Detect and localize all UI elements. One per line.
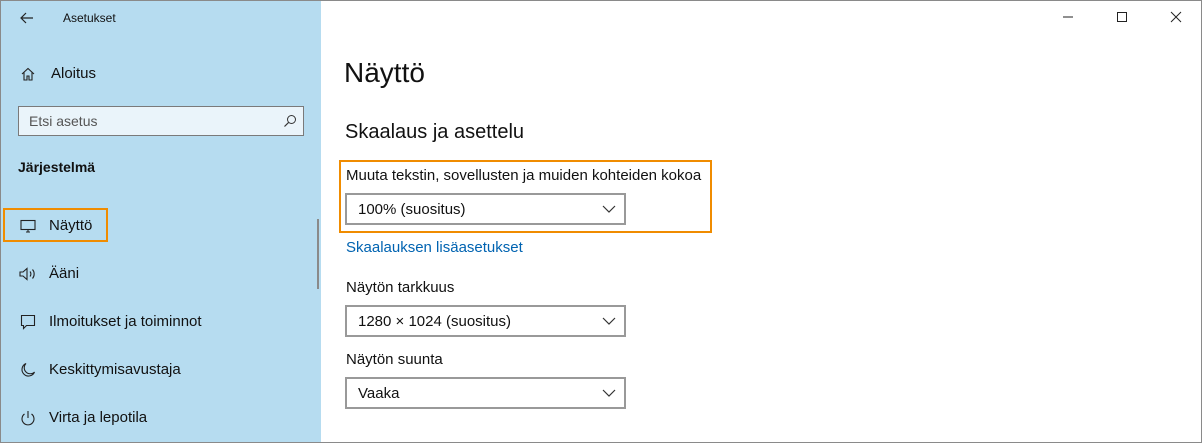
- minimize-button[interactable]: [1045, 1, 1091, 33]
- search-field[interactable]: [18, 106, 304, 136]
- settings-window: Asetukset Aloitus Järjestelmä: [0, 0, 1202, 443]
- resolution-label: Näytön tarkkuus: [346, 279, 455, 296]
- home-icon: [18, 64, 38, 84]
- advanced-scaling-link[interactable]: Skaalauksen lisäasetukset: [346, 239, 523, 256]
- back-arrow-icon: [20, 12, 33, 24]
- close-icon: [1170, 11, 1182, 23]
- orientation-dropdown[interactable]: Vaaka: [345, 377, 626, 409]
- sidebar-item-sound[interactable]: Ääni: [1, 252, 321, 296]
- moon-icon: [18, 360, 38, 380]
- sidebar: Asetukset Aloitus Järjestelmä: [1, 1, 321, 442]
- sidebar-item-notifications[interactable]: Ilmoitukset ja toiminnot: [1, 300, 321, 344]
- search-input[interactable]: [29, 107, 279, 135]
- orientation-label: Näytön suunta: [346, 351, 443, 368]
- sidebar-item-label: Ääni: [49, 265, 80, 282]
- speaker-icon: [18, 264, 38, 284]
- section-label: Järjestelmä: [18, 159, 96, 175]
- app-title: Asetukset: [63, 11, 116, 25]
- scale-dropdown[interactable]: 100% (suositus): [345, 193, 626, 225]
- chevron-down-icon: [602, 389, 616, 397]
- close-button[interactable]: [1153, 1, 1199, 33]
- notification-icon: [18, 312, 38, 332]
- section-heading-scaling: Skaalaus ja asettelu: [345, 121, 525, 143]
- back-button[interactable]: [13, 5, 41, 31]
- maximize-icon: [1117, 12, 1127, 22]
- minimize-icon: [1063, 16, 1073, 18]
- nav-home-label: Aloitus: [51, 65, 97, 82]
- sidebar-item-label: Keskittymisavustaja: [49, 361, 181, 378]
- main-content: Näyttö Skaalaus ja asettelu Muuta teksti…: [321, 1, 1201, 442]
- power-icon: [18, 408, 38, 428]
- sidebar-item-label: Virta ja lepotila: [49, 409, 148, 426]
- orientation-value: Vaaka: [358, 385, 400, 402]
- resolution-dropdown[interactable]: 1280 × 1024 (suositus): [345, 305, 626, 337]
- scale-value: 100% (suositus): [358, 201, 466, 218]
- sidebar-scrollbar[interactable]: [317, 219, 319, 289]
- page-title: Näyttö: [344, 57, 425, 88]
- nav-home[interactable]: Aloitus: [1, 52, 321, 96]
- sidebar-item-label: Ilmoitukset ja toiminnot: [49, 313, 202, 330]
- chevron-down-icon: [602, 205, 616, 213]
- chevron-down-icon: [602, 317, 616, 325]
- search-icon: [284, 115, 296, 127]
- sidebar-item-focus-assist[interactable]: Keskittymisavustaja: [1, 348, 321, 392]
- sidebar-item-power[interactable]: Virta ja lepotila: [1, 396, 321, 440]
- resolution-value: 1280 × 1024 (suositus): [358, 313, 512, 330]
- sidebar-item-display[interactable]: Näyttö: [1, 204, 321, 248]
- maximize-button[interactable]: [1099, 1, 1145, 33]
- monitor-icon: [18, 216, 38, 236]
- scale-label: Muuta tekstin, sovellusten ja muiden koh…: [346, 167, 702, 184]
- sidebar-item-label: Näyttö: [49, 217, 93, 234]
